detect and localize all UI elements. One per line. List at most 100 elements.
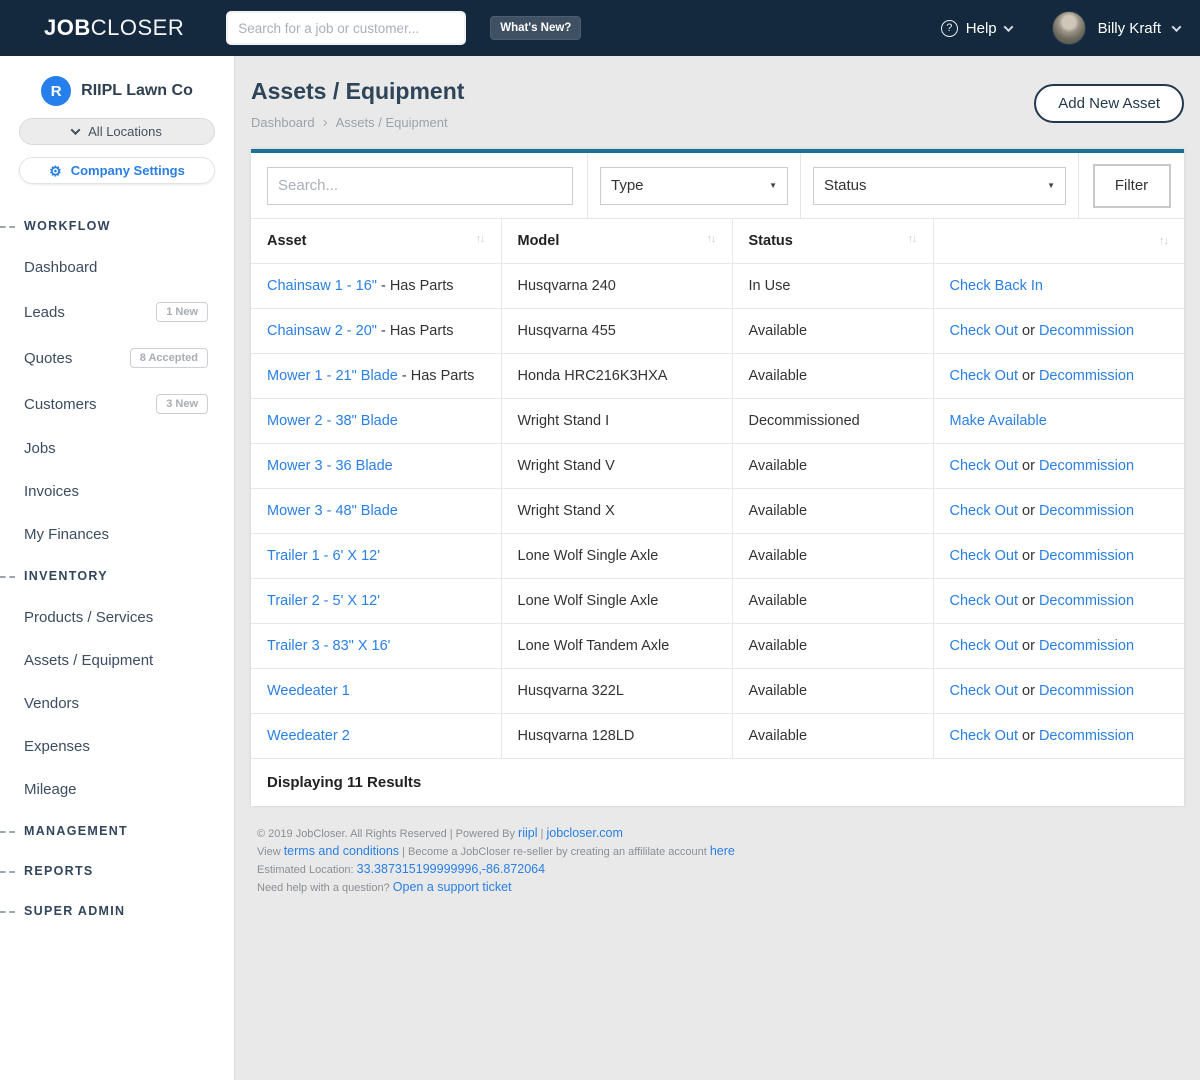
column-header-status[interactable]: Status↑↓: [732, 219, 933, 264]
section-dash-icon: [0, 911, 15, 913]
asset-link[interactable]: Trailer 2 - 5' X 12': [267, 593, 380, 609]
action-link-decommission[interactable]: Decommission: [1039, 368, 1134, 384]
asset-suffix: - Has Parts: [377, 278, 454, 294]
action-link-check-out[interactable]: Check Out: [950, 638, 1019, 654]
action-link-decommission[interactable]: Decommission: [1039, 548, 1134, 564]
chevron-down-icon: [71, 125, 81, 135]
sidebar-section-reports: REPORTS: [0, 851, 234, 891]
footer-link-riipl[interactable]: riipl: [518, 826, 537, 840]
breadcrumb-item-dashboard[interactable]: Dashboard: [251, 115, 315, 130]
action-link-check-out[interactable]: Check Out: [950, 458, 1019, 474]
footer-line: © 2019 JobCloser. All Rights Reserved | …: [257, 826, 1184, 842]
sidebar-item-customers[interactable]: Customers3 New: [0, 381, 234, 427]
actions-cell: Check Out or Decommission: [933, 309, 1184, 354]
sort-icon[interactable]: ↑↓: [908, 233, 917, 245]
asset-link[interactable]: Trailer 3 - 83" X 16': [267, 638, 390, 654]
sidebar-item-assets-equipment[interactable]: Assets / Equipment: [0, 639, 234, 682]
table-search-input[interactable]: [267, 167, 573, 205]
asset-suffix: - Has Parts: [377, 323, 454, 339]
global-search-input[interactable]: [226, 11, 466, 45]
all-locations-dropdown[interactable]: All Locations: [19, 118, 215, 145]
asset-link[interactable]: Mower 1 - 21" Blade: [267, 368, 398, 384]
action-link-decommission[interactable]: Decommission: [1039, 458, 1134, 474]
actions-cell: Check Out or Decommission: [933, 534, 1184, 579]
action-link-decommission[interactable]: Decommission: [1039, 728, 1134, 744]
footer-text: | Become a JobCloser re-seller by creati…: [399, 846, 710, 858]
sidebar-item-jobs[interactable]: Jobs: [0, 427, 234, 470]
action-link-check-out[interactable]: Check Out: [950, 503, 1019, 519]
action-link-check-out[interactable]: Check Out: [950, 548, 1019, 564]
action-link-check-out[interactable]: Check Out: [950, 728, 1019, 744]
status-cell: Available: [732, 624, 933, 669]
action-link-decommission[interactable]: Decommission: [1039, 683, 1134, 699]
action-link-check-back-in[interactable]: Check Back In: [950, 278, 1044, 294]
status-select[interactable]: Status ▼: [813, 167, 1066, 205]
asset-link[interactable]: Mower 3 - 48" Blade: [267, 503, 398, 519]
column-header-asset[interactable]: Asset ↑↓: [251, 219, 501, 264]
action-link-check-out[interactable]: Check Out: [950, 368, 1019, 384]
action-link-decommission[interactable]: Decommission: [1039, 638, 1134, 654]
footer-link-jobcloser-com[interactable]: jobcloser.com: [546, 826, 622, 840]
action-link-check-out[interactable]: Check Out: [950, 593, 1019, 609]
column-header-actions[interactable]: ↑↓: [933, 219, 1184, 264]
status-cell: Available: [732, 669, 933, 714]
footer-text: Need help with a question?: [257, 882, 393, 894]
column-header-label: Asset: [267, 233, 307, 249]
user-menu[interactable]: Billy Kraft: [1052, 11, 1180, 45]
asset-link[interactable]: Mower 3 - 36 Blade: [267, 458, 393, 474]
column-header-model[interactable]: Model ↑↓: [501, 219, 732, 264]
sort-icon[interactable]: ↑↓: [476, 233, 485, 245]
select-arrow-icon: ▼: [1047, 181, 1055, 190]
logo-bold: JOB: [44, 15, 91, 40]
action-link-make-available[interactable]: Make Available: [950, 413, 1047, 429]
asset-suffix: - Has Parts: [398, 368, 475, 384]
status-cell: In Use: [732, 264, 933, 309]
asset-cell: Chainsaw 1 - 16" - Has Parts: [251, 264, 501, 309]
column-header-label: Model: [518, 233, 560, 249]
model-cell: Husqvarna 128LD: [501, 714, 732, 759]
asset-link[interactable]: Weedeater 2: [267, 728, 350, 744]
help-icon: ?: [941, 20, 958, 37]
asset-link[interactable]: Weedeater 1: [267, 683, 350, 699]
help-menu[interactable]: ? Help: [941, 20, 1012, 37]
table-row: Mower 2 - 38" BladeWright Stand IDecommi…: [251, 399, 1184, 444]
footer-link-open-a-support-ticket[interactable]: Open a support ticket: [393, 880, 512, 894]
actions-cell: Check Out or Decommission: [933, 624, 1184, 669]
filter-button[interactable]: Filter: [1093, 164, 1171, 208]
action-link-decommission[interactable]: Decommission: [1039, 323, 1134, 339]
footer-link-33-387315199999996-86-872064[interactable]: 33.387315199999996,-86.872064: [357, 862, 545, 876]
asset-link[interactable]: Chainsaw 1 - 16": [267, 278, 377, 294]
app-logo[interactable]: JOBCLOSER: [44, 15, 184, 41]
sidebar-item-quotes[interactable]: Quotes8 Accepted: [0, 335, 234, 381]
sidebar-item-vendors[interactable]: Vendors: [0, 682, 234, 725]
add-new-asset-button[interactable]: Add New Asset: [1034, 84, 1184, 123]
type-select[interactable]: Type ▼: [600, 167, 788, 205]
asset-link[interactable]: Trailer 1 - 6' X 12': [267, 548, 380, 564]
footer-link-terms-and-conditions[interactable]: terms and conditions: [284, 844, 399, 858]
sort-icon[interactable]: ↑↓: [707, 233, 716, 245]
sidebar-item-dashboard[interactable]: Dashboard: [0, 246, 234, 289]
asset-link[interactable]: Chainsaw 2 - 20": [267, 323, 377, 339]
action-separator: or: [1018, 368, 1039, 384]
whats-new-button[interactable]: What's New?: [490, 16, 581, 40]
sidebar-item-label: Jobs: [24, 440, 56, 457]
model-cell: Lone Wolf Tandem Axle: [501, 624, 732, 669]
action-link-decommission[interactable]: Decommission: [1039, 503, 1134, 519]
sidebar-item-my-finances[interactable]: My Finances: [0, 513, 234, 556]
action-link-check-out[interactable]: Check Out: [950, 323, 1019, 339]
footer-link-here[interactable]: here: [710, 844, 735, 858]
sidebar-item-expenses[interactable]: Expenses: [0, 725, 234, 768]
sidebar-item-mileage[interactable]: Mileage: [0, 768, 234, 811]
action-link-check-out[interactable]: Check Out: [950, 683, 1019, 699]
company-settings-button[interactable]: ⚙ Company Settings: [19, 157, 215, 184]
action-separator: or: [1018, 548, 1039, 564]
breadcrumb-item-assets-equipment: Assets / Equipment: [336, 115, 448, 130]
sidebar-item-invoices[interactable]: Invoices: [0, 470, 234, 513]
table-row: Mower 1 - 21" Blade - Has PartsHonda HRC…: [251, 354, 1184, 399]
sidebar-item-leads[interactable]: Leads1 New: [0, 289, 234, 335]
action-link-decommission[interactable]: Decommission: [1039, 593, 1134, 609]
asset-link[interactable]: Mower 2 - 38" Blade: [267, 413, 398, 429]
sidebar-item-products-services[interactable]: Products / Services: [0, 596, 234, 639]
section-dash-icon: [0, 226, 15, 228]
sort-icon[interactable]: ↑↓: [1159, 235, 1168, 247]
